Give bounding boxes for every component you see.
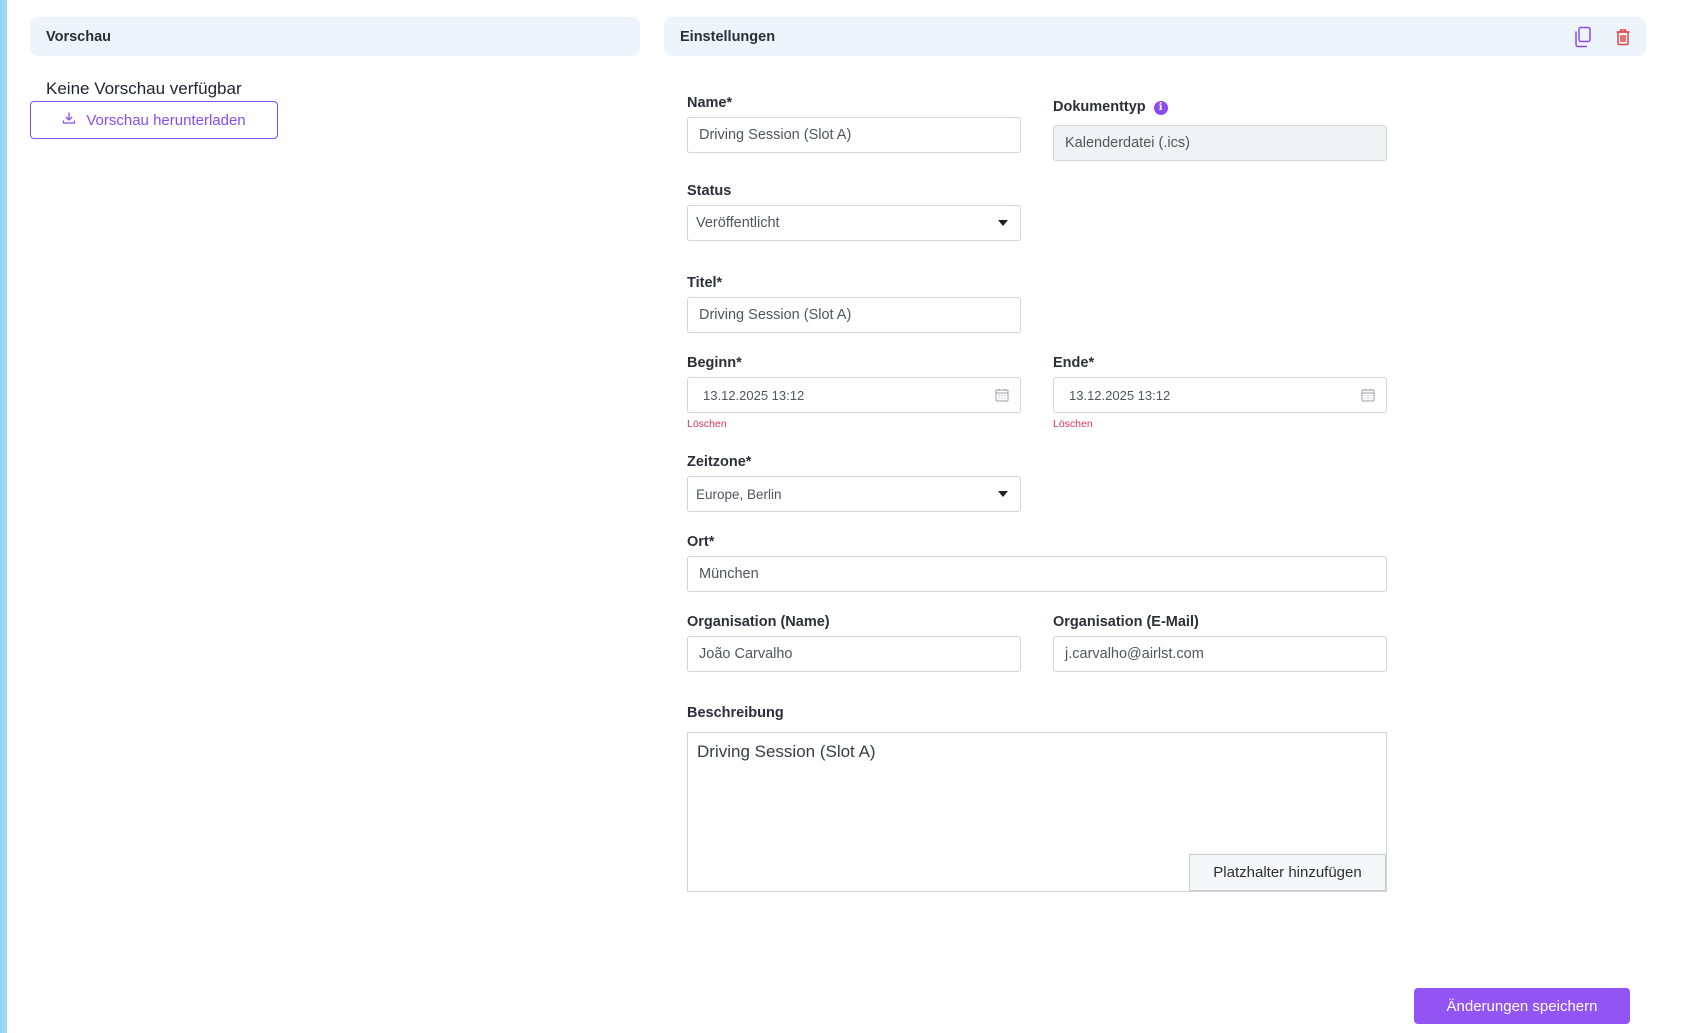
- download-icon: [62, 111, 76, 129]
- info-icon[interactable]: i: [1153, 100, 1168, 115]
- trash-icon[interactable]: [1612, 26, 1634, 48]
- ort-label: Ort*: [687, 534, 715, 550]
- titel-label: Titel*: [687, 275, 723, 291]
- ort-value: München: [699, 566, 759, 582]
- download-preview-label: Vorschau herunterladen: [86, 111, 246, 129]
- calendar-icon[interactable]: [995, 388, 1009, 405]
- org-name-value: João Carvalho: [699, 646, 793, 662]
- ende-input[interactable]: 13.12.2025 13:12: [1053, 377, 1387, 413]
- zeitzone-label: Zeitzone*: [687, 454, 752, 470]
- status-value: Veröffentlicht: [696, 215, 780, 231]
- name-input[interactable]: Driving Session (Slot A): [687, 117, 1021, 153]
- beginn-clear-link[interactable]: Löschen: [687, 418, 727, 430]
- settings-title: Einstellungen: [680, 28, 776, 45]
- org-name-input[interactable]: João Carvalho: [687, 636, 1021, 672]
- status-select[interactable]: Veröffentlicht: [687, 205, 1021, 241]
- doctype-label-text: Dokumenttyp: [1053, 99, 1146, 115]
- doctype-value: Kalenderdatei (.ics): [1065, 135, 1190, 151]
- titel-value: Driving Session (Slot A): [699, 307, 852, 323]
- add-placeholder-button[interactable]: Platzhalter hinzufügen: [1189, 854, 1386, 891]
- ort-input[interactable]: München: [687, 556, 1387, 592]
- chevron-down-icon: [998, 220, 1008, 226]
- beschreibung-textarea[interactable]: Driving Session (Slot A) Platzhalter hin…: [687, 732, 1387, 892]
- beschreibung-label: Beschreibung: [687, 705, 784, 721]
- name-label: Name*: [687, 95, 733, 111]
- name-value: Driving Session (Slot A): [699, 127, 852, 143]
- settings-header: Einstellungen: [664, 17, 1646, 56]
- doctype-input: Kalenderdatei (.ics): [1053, 125, 1387, 161]
- download-preview-button[interactable]: Vorschau herunterladen: [30, 101, 278, 139]
- org-email-label: Organisation (E-Mail): [1053, 614, 1199, 630]
- status-label: Status: [687, 183, 732, 199]
- ende-label: Ende*: [1053, 355, 1095, 371]
- copy-icon[interactable]: [1572, 26, 1594, 48]
- zeitzone-value: Europe, Berlin: [696, 486, 782, 502]
- no-preview-text: Keine Vorschau verfügbar: [46, 79, 242, 98]
- titel-input[interactable]: Driving Session (Slot A): [687, 297, 1021, 333]
- calendar-icon[interactable]: [1361, 388, 1375, 405]
- beginn-value: 13.12.2025 13:12: [703, 387, 805, 403]
- org-email-value: j.carvalho@airlst.com: [1065, 646, 1204, 662]
- zeitzone-select[interactable]: Europe, Berlin: [687, 476, 1021, 512]
- org-email-input[interactable]: j.carvalho@airlst.com: [1053, 636, 1387, 672]
- ende-value: 13.12.2025 13:12: [1069, 387, 1171, 403]
- preview-header: Vorschau: [30, 17, 640, 56]
- org-name-label: Organisation (Name): [687, 614, 830, 630]
- beginn-input[interactable]: 13.12.2025 13:12: [687, 377, 1021, 413]
- beginn-label: Beginn*: [687, 355, 742, 371]
- doctype-label: Dokumenttyp i: [1053, 99, 1168, 115]
- preview-title: Vorschau: [46, 28, 112, 45]
- ende-clear-link[interactable]: Löschen: [1053, 418, 1093, 430]
- chevron-down-icon: [998, 491, 1008, 497]
- save-changes-button[interactable]: Änderungen speichern: [1414, 988, 1630, 1024]
- beschreibung-value: Driving Session (Slot A): [697, 742, 876, 761]
